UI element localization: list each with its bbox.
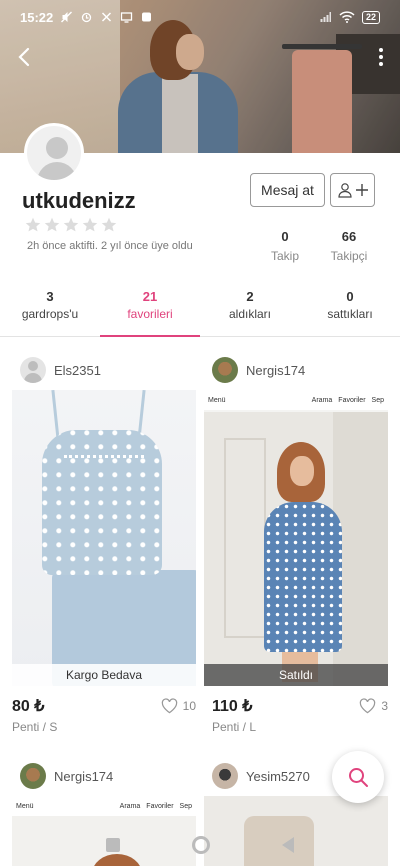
tab-count: 2 <box>246 289 254 304</box>
heart-icon <box>161 698 177 714</box>
rating-stars <box>25 217 117 233</box>
recent-apps-icon[interactable] <box>106 838 120 852</box>
status-time: 15:22 <box>20 9 54 25</box>
stat-followers-count: 66 <box>341 229 357 244</box>
screenshot-nav-bar: Menü Arama Favoriler Sep <box>204 390 388 410</box>
screenshot-nav-favorites: Favoriler <box>338 396 366 404</box>
product-card[interactable]: Nergis174 Menü Arama Favoriler Sep Satıl… <box>204 356 388 734</box>
star-icon <box>101 217 117 232</box>
seller-name: Yesim5270 <box>246 768 310 784</box>
seller-row[interactable]: Nergis174 <box>12 762 196 790</box>
screenshot-nav-menu: Menü <box>208 396 226 404</box>
tab-sold[interactable]: 0 sattıkları <box>300 282 400 336</box>
star-icon <box>82 217 98 232</box>
stat-following-label: Takip <box>270 249 299 263</box>
search-fab[interactable] <box>332 751 384 803</box>
seller-row[interactable]: Els2351 <box>12 356 196 384</box>
stat-followers[interactable]: 66 Takipçi <box>327 229 371 263</box>
tab-count: 3 <box>46 289 54 304</box>
seller-name: Els2351 <box>54 362 101 378</box>
user-icon <box>337 183 352 198</box>
profile-tabs: 3 gardrops'u 21 favorileri 2 aldıkları 0… <box>0 282 400 337</box>
product-price: 110 ₺ <box>212 698 253 715</box>
message-button[interactable]: Mesaj at <box>250 173 325 207</box>
profile-username: utkudenizz <box>22 188 136 213</box>
tab-label: aldıkları <box>228 307 272 321</box>
tab-favorites[interactable]: 21 favorileri <box>100 282 200 337</box>
seller-row[interactable]: Nergis174 <box>204 356 388 384</box>
screenshot-nav-search: Arama <box>311 396 333 404</box>
product-brand-size: Penti / S <box>12 720 58 734</box>
tab-count: 21 <box>142 289 158 304</box>
plus-icon <box>355 184 368 196</box>
seller-avatar <box>20 357 46 383</box>
product-image[interactable]: Menü Arama Favoriler Sep Satıldı <box>204 390 388 686</box>
screenshot-nav-cart: Sep <box>179 802 192 810</box>
status-bar: 15:22 22 <box>0 0 400 34</box>
product-card[interactable]: Els2351 Kargo Bedava 80 ₺ 10 Penti / S <box>12 356 196 734</box>
product-brand-size: Penti / L <box>212 720 257 734</box>
like-count: 3 <box>381 699 388 713</box>
system-navigation-bar <box>0 824 400 866</box>
tab-label: sattıkları <box>327 307 373 321</box>
screen-icon <box>121 12 133 23</box>
tab-count: 0 <box>346 289 354 304</box>
tab-purchased[interactable]: 2 aldıkları <box>200 282 300 336</box>
battery-icon: 22 <box>361 10 380 24</box>
alarm-icon <box>82 12 92 23</box>
stat-following[interactable]: 0 Takip <box>266 229 304 263</box>
tools-icon <box>102 12 112 22</box>
seller-avatar <box>212 357 238 383</box>
search-icon <box>349 768 368 787</box>
seller-name: Nergis174 <box>54 768 114 784</box>
home-icon[interactable] <box>192 836 210 854</box>
star-icon <box>25 217 41 232</box>
back-icon[interactable] <box>282 837 294 853</box>
seller-name: Nergis174 <box>246 362 306 378</box>
star-icon <box>63 217 79 232</box>
screenshot-nav-menu: Menü <box>16 802 34 810</box>
product-caption: Kargo Bedava <box>12 664 196 686</box>
app-notification-icon <box>142 12 152 22</box>
product-card[interactable]: Nergis174 Menü Arama Favoriler Sep <box>12 762 196 866</box>
like-count: 10 <box>182 699 196 713</box>
signal-icon <box>320 12 331 22</box>
like-button[interactable]: 3 <box>359 698 388 714</box>
tab-label: favorileri <box>127 307 173 321</box>
seller-avatar <box>20 763 46 789</box>
avatar <box>24 123 84 183</box>
seller-avatar <box>212 763 238 789</box>
follow-button[interactable] <box>330 173 375 207</box>
screenshot-nav-search: Arama <box>119 802 141 810</box>
like-button[interactable]: 10 <box>161 698 196 714</box>
product-image[interactable]: Kargo Bedava <box>12 390 196 686</box>
more-options-icon[interactable] <box>376 44 386 70</box>
tab-wardrobe[interactable]: 3 gardrops'u <box>0 282 100 336</box>
screenshot-nav-favorites: Favoriler <box>146 802 174 810</box>
stat-followers-label: Takipçi <box>330 249 368 263</box>
product-caption: Satıldı <box>204 664 388 686</box>
stat-following-count: 0 <box>281 229 289 244</box>
tab-label: gardrops'u <box>21 307 79 321</box>
wifi-icon <box>339 11 355 23</box>
screenshot-nav-cart: Sep <box>371 396 384 404</box>
activity-text: 2h önce aktifti. 2 yıl önce üye oldu <box>27 240 193 252</box>
mute-icon <box>61 11 73 23</box>
screenshot-nav-bar: Menü Arama Favoriler Sep <box>12 796 196 816</box>
star-icon <box>44 217 60 232</box>
back-arrow-icon[interactable] <box>12 44 38 70</box>
heart-icon <box>360 698 376 714</box>
product-price: 80 ₺ <box>12 698 45 715</box>
